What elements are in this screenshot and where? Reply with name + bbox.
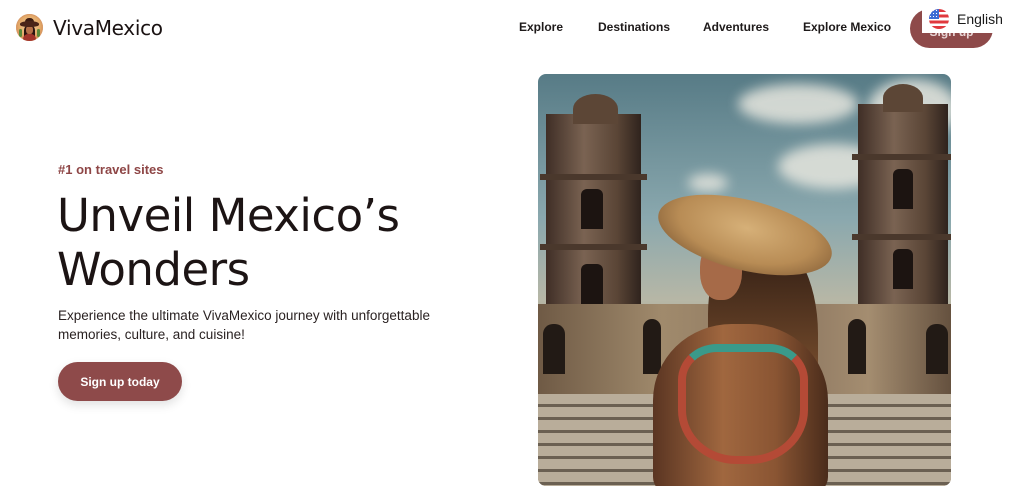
nav-item-explore-mexico[interactable]: Explore Mexico: [803, 20, 891, 34]
brand-link[interactable]: VivaMexico: [16, 14, 163, 41]
language-selector[interactable]: English: [922, 4, 1014, 33]
hero-eyebrow: #1 on travel sites: [58, 162, 164, 177]
signup-today-button[interactable]: Sign up today: [58, 362, 182, 401]
nav-item-explore[interactable]: Explore: [519, 20, 563, 34]
hero-headline: Unveil Mexico’s Wonders: [57, 189, 400, 296]
site-header: VivaMexico Explore Destinations Adventur…: [0, 0, 1019, 56]
us-flag-icon: [929, 8, 949, 29]
nav-item-adventures[interactable]: Adventures: [703, 20, 769, 34]
logo-icon: [16, 14, 43, 41]
hero-subtext: Experience the ultimate VivaMexico journ…: [58, 308, 430, 342]
nav-item-destinations[interactable]: Destinations: [598, 20, 670, 34]
hero-image: [538, 74, 951, 486]
language-label: English: [957, 10, 1003, 27]
brand-name: VivaMexico: [53, 15, 163, 40]
